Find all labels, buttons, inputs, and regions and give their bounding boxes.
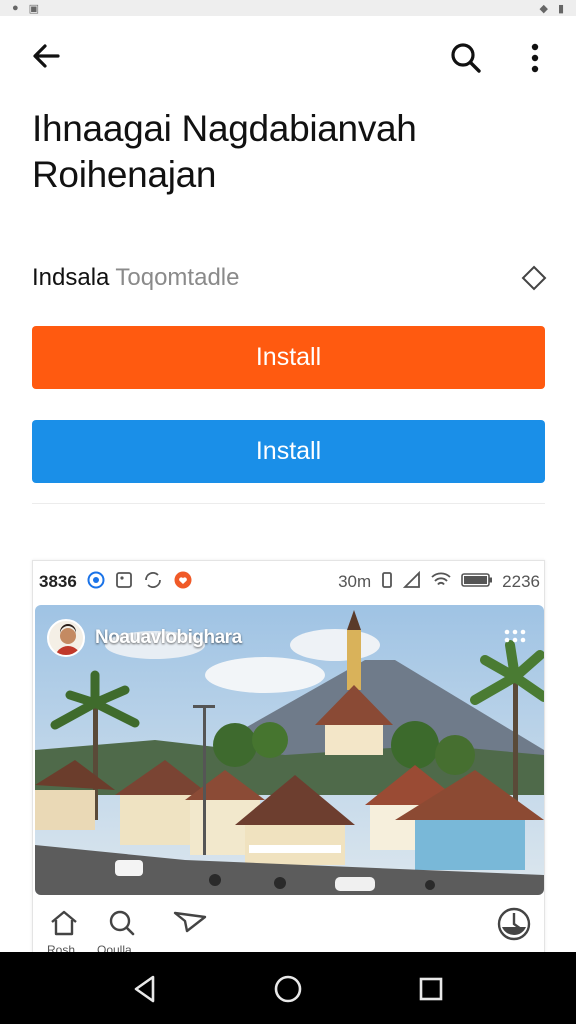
screenshot-status-left: 3836 [39, 571, 193, 594]
sync-icon [143, 571, 163, 594]
search-icon[interactable] [446, 38, 486, 78]
battery-icon [461, 572, 493, 593]
post-photo[interactable]: Noauavlobighara [35, 605, 544, 895]
image-icon [115, 571, 133, 594]
screenshot-status-time-right: 2236 [502, 572, 540, 591]
screenshot-status-size: 30m [338, 572, 372, 591]
divider [32, 503, 545, 504]
more-vert-icon[interactable] [520, 38, 550, 78]
screenshot-status-right: 30m 2236 [338, 570, 540, 594]
profile-icon[interactable] [497, 907, 531, 946]
app-title: Ihnaagai Nagdabianvah Roihenajan [32, 108, 417, 195]
developer-subtitle: Toqomtadle [115, 264, 240, 291]
system-navigation-bar [0, 952, 576, 1024]
post-username[interactable]: Noauavlobighara [95, 627, 242, 649]
heart-icon [173, 571, 193, 594]
battery-icon: ▮ [557, 2, 564, 15]
no-signal-icon [402, 570, 421, 594]
status-bar-left: ● ▣ [12, 2, 39, 15]
status-bar-right: ◆ ▮ [539, 2, 564, 15]
recents-square-icon[interactable] [414, 972, 448, 1006]
vibrate-icon [380, 571, 394, 594]
screenshot-bottom-nav: Rosh Ooulla [33, 897, 544, 952]
home-circle-icon[interactable] [271, 972, 305, 1006]
developer-name[interactable]: Indsala [32, 264, 109, 292]
circle-badge-icon [87, 571, 105, 594]
developer-row: Indsala Toqomtadle [32, 260, 548, 296]
home-icon[interactable] [49, 909, 79, 942]
app-bar [0, 16, 576, 102]
arrow-left-icon[interactable] [28, 38, 64, 74]
notification-icon: ▣ [28, 2, 40, 15]
nav-label-search: Ooulla [97, 943, 132, 952]
search-icon[interactable] [107, 909, 137, 942]
install-button-secondary[interactable]: Install [32, 420, 545, 483]
app-screenshot-preview[interactable]: 3836 30m 2236 Noauavlobighara Rosh Ooull… [32, 560, 545, 952]
install-button-primary[interactable]: Install [32, 326, 545, 389]
send-icon[interactable] [173, 909, 207, 940]
screenshot-status-time: 3836 [39, 572, 77, 591]
post-user[interactable]: Noauavlobighara [47, 619, 242, 657]
status-bar: ● ▣ ◆ ▮ [0, 0, 576, 16]
grid-dots-icon[interactable] [504, 629, 526, 643]
avatar[interactable] [47, 619, 85, 657]
diamond-outline-icon[interactable] [520, 264, 548, 292]
wifi-icon: ◆ [539, 2, 548, 15]
nav-label-home: Rosh [47, 943, 76, 952]
screenshot-status-bar: 3836 30m 2236 [33, 561, 544, 603]
notification-icon: ● [12, 2, 19, 14]
wifi-icon [430, 571, 452, 594]
back-triangle-icon[interactable] [128, 972, 162, 1006]
